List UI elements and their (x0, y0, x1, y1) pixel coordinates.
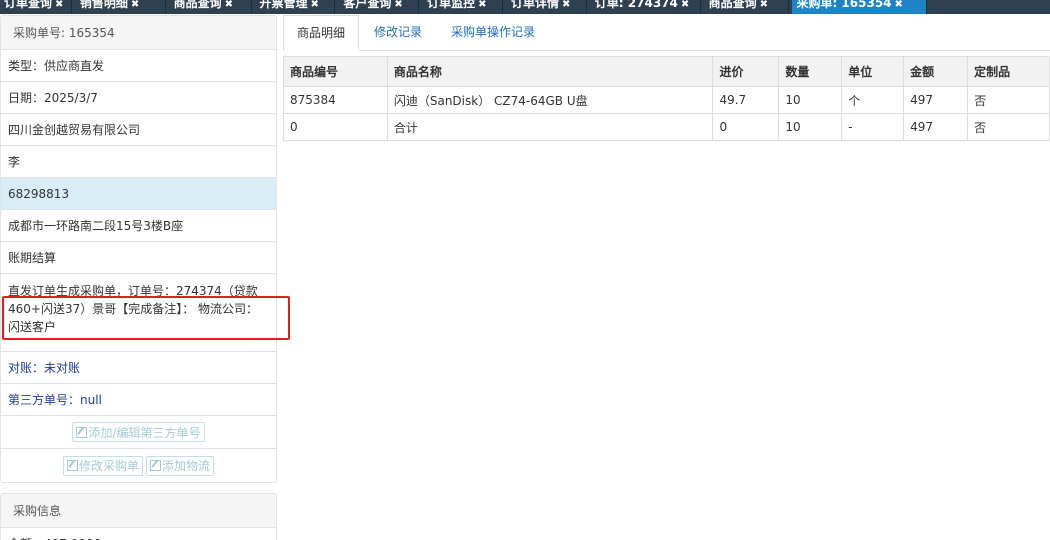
table-cell: 497 (903, 113, 969, 141)
close-icon[interactable]: ✖ (311, 0, 319, 10)
top-tab[interactable]: 订单: 274374 ✖ (591, 0, 701, 14)
close-icon[interactable]: ✖ (895, 0, 903, 10)
table-row-total[interactable]: 0 合计 0 10 - 497 否 (283, 113, 1050, 141)
close-icon[interactable]: ✖ (225, 0, 233, 10)
top-tab[interactable]: 商品查询 ✖ (705, 0, 789, 14)
column-header[interactable]: 商品编号 (283, 56, 388, 87)
table-cell: 497 (903, 86, 969, 114)
top-tab-bar: 订单查询 ✖ 销售明细 ✖ 商品查询 ✖ 开票管理 ✖ 客户查询 ✖ 订单监控 ✖ 订单详情… (0, 0, 1050, 14)
purchase-info-header: 采购信息 (1, 494, 276, 528)
top-tab-label: 商品查询 (173, 0, 222, 10)
close-icon[interactable]: ✖ (760, 0, 768, 10)
reconcile-label: 对账： (8, 361, 45, 375)
table-cell: 否 (967, 86, 1050, 114)
edit-icon (66, 460, 78, 471)
main-content: 商品明细 修改记录 采购单操作记录 商品编号 商品名称 进价 数量 单位 金额 … (283, 15, 1050, 141)
table-cell: 个 (841, 86, 905, 114)
top-tab-label: 开票管理 (259, 0, 308, 10)
top-tab-label: 采购单: 165354 (796, 0, 892, 10)
table-cell: 49.7 (712, 86, 780, 114)
purchase-amount: 金额：497.0000 (1, 528, 276, 540)
table-cell: - (841, 113, 905, 141)
edit-icon (76, 426, 88, 438)
table-header-row: 商品编号 商品名称 进价 数量 单位 金额 定制品 (283, 56, 1050, 87)
top-tab[interactable]: 开票管理 ✖ (255, 0, 336, 14)
top-tab-label: 订单监控 (427, 0, 476, 10)
close-icon[interactable]: ✖ (478, 0, 486, 10)
po-third-party-number: 第三方单号：null (1, 384, 276, 416)
tab-modification-log[interactable]: 修改记录 (374, 15, 422, 51)
third-party-value: null (80, 393, 102, 407)
po-date: 日期：2025/3/7 (1, 82, 276, 114)
third-party-button-row: 添加/编辑第三方单号 (1, 416, 276, 449)
column-header[interactable]: 定制品 (967, 56, 1050, 87)
top-tab[interactable]: 订单查询 ✖ (0, 0, 72, 14)
top-tab-label: 商品查询 (708, 0, 757, 10)
table-cell: 875384 (283, 86, 388, 114)
third-party-label: 第三方单号： (8, 393, 81, 407)
detail-tabs: 商品明细 修改记录 采购单操作记录 (283, 15, 1050, 51)
top-tab[interactable]: 订单详情 ✖ (507, 0, 587, 14)
table-cell: 0 (712, 113, 780, 141)
tab-po-operation-log[interactable]: 采购单操作记录 (451, 15, 535, 51)
top-tab-label: 订单: 274374 (594, 0, 678, 10)
edit-third-party-label: 添加/编辑第三方单号 (88, 425, 201, 440)
top-tab-label: 订单查询 (4, 0, 53, 10)
top-tab-active[interactable]: 采购单: 165354 ✖ (792, 0, 928, 14)
column-header[interactable]: 金额 (903, 56, 969, 87)
purchase-order-sidebar: 采购单号: 165354 类型：供应商直发 日期：2025/3/7 四川金创越贸… (0, 15, 277, 540)
column-header[interactable]: 单位 (841, 56, 905, 87)
column-header[interactable]: 商品名称 (386, 56, 714, 87)
table-cell: 10 (778, 113, 843, 141)
table-cell: 闪迪（SanDisk） CZ74-64GB U盘 (386, 86, 714, 114)
modify-po-label: 修改采购单 (78, 459, 139, 473)
column-header[interactable]: 数量 (778, 56, 843, 87)
po-payment-terms: 账期结算 (1, 242, 276, 274)
top-tab-label: 订单详情 (510, 0, 559, 10)
top-tab[interactable]: 订单监控 ✖ (423, 0, 504, 14)
table-cell: 合计 (386, 113, 714, 141)
close-icon[interactable]: ✖ (394, 0, 402, 10)
po-address: 成都市一环路南二段15号3楼B座 (1, 210, 276, 242)
modify-po-button[interactable]: 修改采购单 (62, 455, 143, 476)
po-contact: 李 (1, 146, 276, 178)
reconcile-value: 未对账 (44, 361, 81, 375)
top-tab[interactable]: 销售明细 ✖ (76, 0, 166, 14)
top-tab-label: 销售明细 (79, 0, 128, 10)
top-tab[interactable]: 商品查询 ✖ (170, 0, 252, 14)
column-header[interactable]: 进价 (712, 56, 780, 87)
po-phone: 68298813 (1, 178, 276, 210)
po-action-button-row: 修改采购单 添加物流 (1, 449, 276, 482)
table-row[interactable]: 875384 闪迪（SanDisk） CZ74-64GB U盘 49.7 10 … (283, 86, 1050, 114)
close-icon[interactable]: ✖ (131, 0, 139, 10)
table-cell: 否 (967, 113, 1050, 141)
table-cell: 0 (283, 113, 388, 141)
close-icon[interactable]: ✖ (681, 0, 689, 10)
purchase-order-panel: 采购单号: 165354 类型：供应商直发 日期：2025/3/7 四川金创越贸… (0, 15, 277, 483)
purchase-info-panel: 采购信息 金额：497.0000 (0, 493, 277, 540)
top-tab[interactable]: 客户查询 ✖ (339, 0, 420, 14)
product-table: 商品编号 商品名称 进价 数量 单位 金额 定制品 875384 闪迪（SanD… (283, 56, 1050, 141)
add-logistics-button[interactable]: 添加物流 (146, 455, 215, 476)
tab-product-details[interactable]: 商品明细 (283, 15, 360, 51)
po-supplier: 四川金创越贸易有限公司 (1, 114, 276, 146)
po-type: 类型：供应商直发 (1, 50, 276, 82)
po-number-header: 采购单号: 165354 (1, 16, 276, 50)
top-tab-label: 客户查询 (343, 0, 392, 10)
edit-icon (150, 460, 161, 471)
highlight-annotation-box (2, 296, 290, 340)
close-icon[interactable]: ✖ (55, 0, 63, 10)
edit-third-party-button[interactable]: 添加/编辑第三方单号 (72, 422, 205, 442)
table-cell: 10 (778, 86, 843, 114)
po-reconcile-status: 对账：未对账 (1, 352, 276, 384)
close-icon[interactable]: ✖ (562, 0, 570, 10)
add-logistics-label: 添加物流 (162, 459, 211, 473)
